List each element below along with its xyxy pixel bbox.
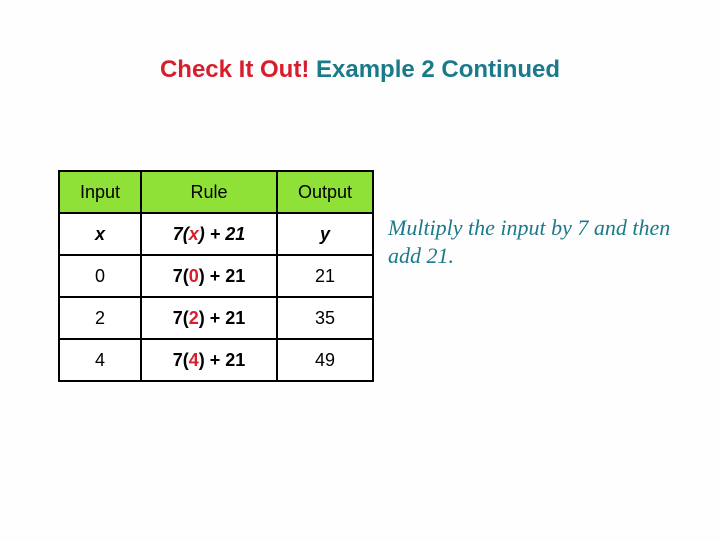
cell-rule: 7(4) + 21 — [141, 339, 277, 381]
cell-input: 2 — [59, 297, 141, 339]
cell-input: 4 — [59, 339, 141, 381]
header-rule: Rule — [141, 171, 277, 213]
cell-rule: 7(2) + 21 — [141, 297, 277, 339]
page-title: Check It Out! Example 2 Continued — [0, 56, 720, 84]
rule-expression: 7(x) + 21 — [173, 224, 246, 244]
subhead-rule: 7(x) + 21 — [141, 213, 277, 255]
explanation-note: Multiply the input by 7 and then add 21. — [388, 214, 688, 269]
subhead-y: y — [277, 213, 373, 255]
table-row: 0 7(0) + 21 21 — [59, 255, 373, 297]
title-red: Check It Out! — [160, 56, 316, 83]
title-teal: Example 2 Continued — [316, 56, 560, 83]
rule-table: Input Rule Output x 7(x) + 21 y 0 7(0) +… — [58, 170, 374, 382]
cell-output: 21 — [277, 255, 373, 297]
cell-output: 35 — [277, 297, 373, 339]
subhead-x: x — [59, 213, 141, 255]
cell-input: 0 — [59, 255, 141, 297]
cell-rule: 7(0) + 21 — [141, 255, 277, 297]
table-subheader-row: x 7(x) + 21 y — [59, 213, 373, 255]
table-header-row: Input Rule Output — [59, 171, 373, 213]
header-input: Input — [59, 171, 141, 213]
cell-output: 49 — [277, 339, 373, 381]
table-row: 2 7(2) + 21 35 — [59, 297, 373, 339]
header-output: Output — [277, 171, 373, 213]
table-row: 4 7(4) + 21 49 — [59, 339, 373, 381]
